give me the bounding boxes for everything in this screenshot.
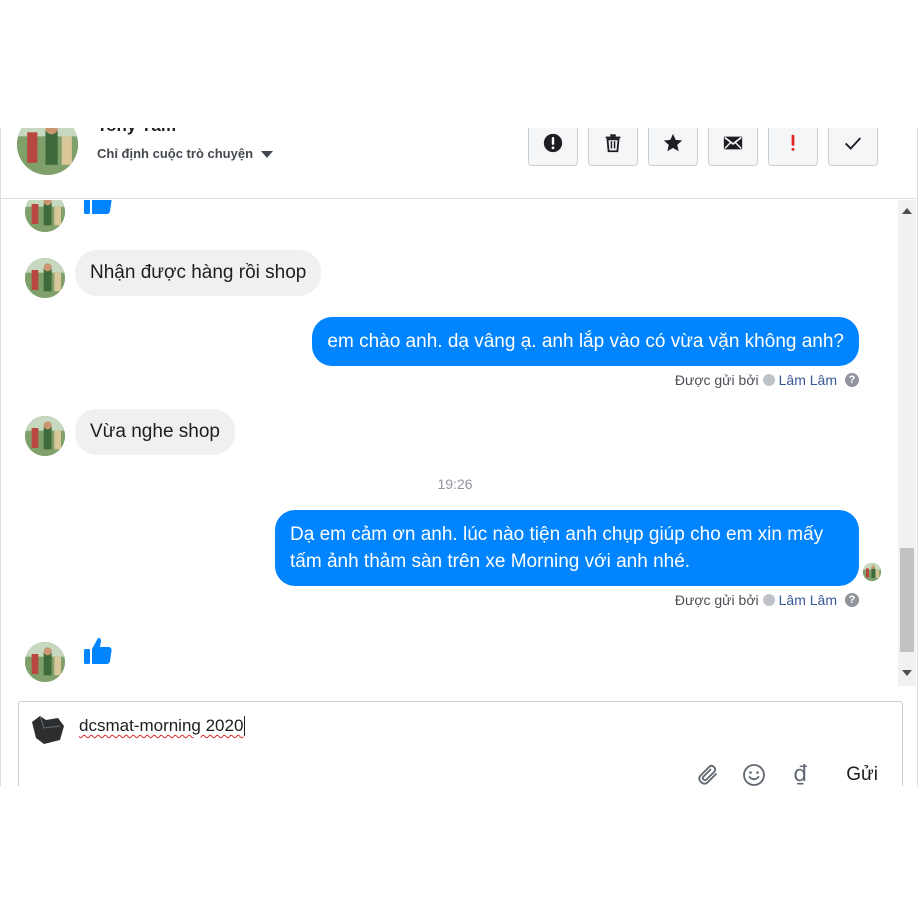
help-icon[interactable]: ? (845, 373, 859, 387)
agent-name[interactable]: Lâm Lâm (779, 592, 837, 608)
scroll-down-arrow-icon[interactable] (902, 670, 912, 676)
scroll-up-arrow-icon[interactable] (902, 208, 912, 214)
mark-done-button[interactable] (828, 128, 878, 166)
alert-circle-icon (543, 133, 563, 153)
message-sender-meta: Được gửi bởi Lâm Lâm ? (675, 592, 859, 608)
caret-down-icon (261, 151, 274, 158)
paperclip-icon (698, 764, 718, 785)
check-icon (845, 137, 862, 150)
attach-file-button[interactable] (696, 763, 720, 787)
mark-spam-button[interactable] (528, 128, 578, 166)
thumbs-up-icon (84, 200, 112, 214)
contact-name: Tony Tâm (97, 128, 176, 136)
agent-status-icon (762, 594, 775, 606)
exclamation-icon (791, 134, 795, 151)
outgoing-message: em chào anh. dạ vâng ạ. anh lắp vào có v… (312, 317, 859, 366)
incoming-message: Vừa nghe shop (75, 409, 235, 455)
follow-up-button[interactable] (768, 128, 818, 166)
send-button[interactable]: Gửi (834, 764, 878, 786)
contact-avatar (25, 416, 65, 456)
thread-scrollbar[interactable] (898, 200, 916, 686)
assign-conversation-dropdown[interactable]: Chỉ định cuộc trò chuyện (97, 146, 274, 161)
payment-button[interactable]: ₫ (788, 762, 812, 786)
message-composer[interactable]: dcsmat-morning 2020 ₫ Gửi (18, 701, 903, 786)
composer-toolbar: ₫ Gửi (696, 762, 878, 786)
contact-avatar (25, 642, 65, 682)
time-separator: 19:26 (437, 476, 473, 492)
mark-unread-button[interactable] (708, 128, 758, 166)
delete-button[interactable] (588, 128, 638, 166)
assign-label: Chỉ định cuộc trò chuyện (97, 146, 254, 161)
star-icon (663, 133, 683, 152)
scroll-thumb[interactable] (900, 548, 914, 652)
action-toolbar (528, 128, 878, 166)
star-button[interactable] (648, 128, 698, 166)
emoji-button[interactable] (742, 763, 766, 787)
conversation-header: Tony Tâm Chỉ định cuộc trò chuyện (1, 128, 917, 199)
contact-avatar (25, 200, 65, 232)
help-icon[interactable]: ? (845, 593, 859, 607)
contact-avatar (25, 258, 65, 298)
outgoing-message: Dạ em cảm ơn anh. lúc nào tiện anh chụp … (275, 510, 859, 586)
conversation-window: Tony Tâm Chỉ định cuộc trò chuyện (0, 128, 918, 786)
message-thread[interactable]: Nhận được hàng rồi shop em chào anh. dạ … (1, 200, 899, 686)
incoming-message: Nhận được hàng rồi shop (75, 250, 322, 296)
product-thumbnail-icon[interactable] (30, 714, 66, 746)
agent-status-icon (762, 374, 775, 386)
thumbs-up-icon (84, 637, 112, 664)
seen-avatar (863, 563, 881, 581)
agent-name[interactable]: Lâm Lâm (779, 372, 837, 388)
smiley-icon (743, 763, 766, 786)
sent-by-label: Được gửi bởi (674, 592, 759, 608)
message-sender-meta: Được gửi bởi Lâm Lâm ? (675, 372, 859, 388)
contact-avatar[interactable] (17, 128, 78, 175)
sent-by-label: Được gửi bởi (674, 372, 759, 388)
message-input[interactable]: dcsmat-morning 2020 (79, 716, 246, 736)
envelope-icon (723, 136, 743, 150)
trash-icon (605, 134, 621, 153)
